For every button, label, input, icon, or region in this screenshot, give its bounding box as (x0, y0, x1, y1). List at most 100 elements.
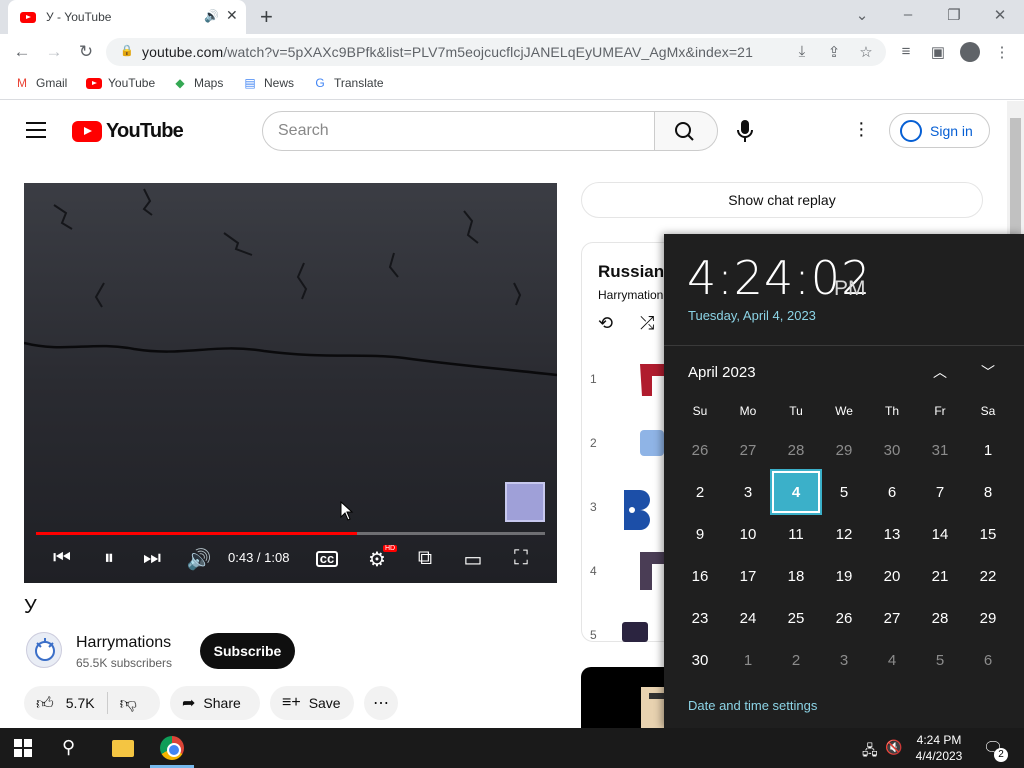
calendar-day[interactable]: 16 (676, 555, 724, 597)
taskbar-clock[interactable]: 4:24 PM 4/4/2023 (914, 732, 964, 764)
clock-date-link[interactable]: Tuesday, April 4, 2023 (688, 308, 816, 323)
tab-close-icon[interactable]: ✕ (226, 7, 238, 24)
calendar-day[interactable]: 9 (676, 513, 724, 555)
youtube-logo[interactable]: YouTube (72, 120, 184, 143)
calendar-day[interactable]: 20 (868, 555, 916, 597)
like-count[interactable]: 5.7K (66, 695, 95, 711)
media-control-icon[interactable]: ≡ (896, 43, 916, 60)
sign-in-button[interactable]: Sign in (889, 113, 990, 148)
more-actions-icon[interactable]: ⋯ (364, 686, 398, 720)
tab-search-icon[interactable]: ⌄ (852, 6, 872, 24)
calendar-day[interactable]: 23 (676, 597, 724, 639)
calendar-day[interactable]: 30 (676, 639, 724, 681)
profile-avatar-icon[interactable] (960, 42, 980, 62)
network-icon[interactable]: 🖧 (862, 740, 878, 764)
playlist-thumbnail[interactable] (620, 420, 664, 464)
channel-watermark[interactable] (505, 482, 545, 522)
bookmark-translate[interactable]: G Translate (312, 76, 383, 90)
share-button[interactable]: ➦ Share (170, 686, 260, 720)
bookmark-news[interactable]: ▤ News (242, 76, 294, 90)
calendar-day[interactable]: 18 (772, 555, 820, 597)
calendar-day[interactable]: 27 (868, 597, 916, 639)
taskbar-search-icon[interactable]: ⚲ (62, 737, 75, 758)
calendar-day[interactable]: 3 (724, 471, 772, 513)
voice-search-icon[interactable] (734, 118, 756, 149)
calendar-day[interactable]: 24 (724, 597, 772, 639)
calendar-day[interactable]: 4 (868, 639, 916, 681)
calendar-day[interactable]: 31 (916, 429, 964, 471)
bookmark-gmail[interactable]: M Gmail (14, 76, 67, 90)
theater-mode-icon[interactable]: ▭ (460, 547, 486, 572)
calendar-day[interactable]: 13 (868, 513, 916, 555)
url-text[interactable]: youtube.com/watch?v=5pXAXc9BPfk&list=PLV… (142, 44, 753, 60)
close-window-button[interactable]: ✕ (990, 6, 1010, 24)
playlist-thumbnail[interactable] (620, 356, 664, 400)
calendar-day[interactable]: 7 (916, 471, 964, 513)
pause-icon[interactable]: ⏸ (96, 547, 122, 570)
file-explorer-icon[interactable] (112, 740, 134, 757)
back-button[interactable]: ← (12, 42, 32, 62)
calendar-day[interactable]: 19 (820, 555, 868, 597)
new-tab-button[interactable]: + (260, 4, 273, 30)
search-input[interactable]: Search (262, 111, 656, 151)
channel-avatar[interactable] (26, 632, 62, 668)
calendar-day[interactable]: 30 (868, 429, 916, 471)
playlist-thumbnail[interactable] (620, 612, 664, 656)
calendar-day[interactable]: 22 (964, 555, 1012, 597)
calendar-day[interactable]: 5 (916, 639, 964, 681)
menu-icon[interactable] (26, 122, 46, 138)
calendar-day[interactable]: 1 (964, 429, 1012, 471)
install-app-icon[interactable]: ⤓ (792, 43, 812, 60)
tab-audio-icon[interactable]: 🔊 (204, 9, 219, 23)
like-icon[interactable]: 👍︎ (36, 693, 54, 714)
calendar-month-label[interactable]: April 2023 (688, 364, 756, 381)
calendar-day[interactable]: 10 (724, 513, 772, 555)
calendar-day[interactable]: 26 (820, 597, 868, 639)
channel-name[interactable]: Harrymations (76, 634, 171, 652)
calendar-day[interactable]: 1 (724, 639, 772, 681)
save-button[interactable]: ≡+ Save (270, 686, 354, 720)
lock-icon[interactable]: 🔒 (120, 44, 134, 57)
scrollbar-thumb[interactable] (1010, 118, 1021, 238)
calendar-day[interactable]: 3 (820, 639, 868, 681)
shuffle-icon[interactable]: ⤮ (640, 313, 654, 334)
volume-muted-icon[interactable]: 🔇 (885, 739, 902, 756)
recommended-video-thumbnail[interactable] (581, 667, 671, 729)
calendar-day[interactable]: 25 (772, 597, 820, 639)
side-panel-icon[interactable]: ▣ (928, 43, 948, 61)
video-player[interactable] (24, 183, 557, 583)
volume-icon[interactable]: 🔊 (186, 547, 212, 572)
settings-menu-icon[interactable]: · · · (858, 113, 865, 145)
calendar-day[interactable]: 29 (820, 429, 868, 471)
calendar-day[interactable]: 29 (964, 597, 1012, 639)
calendar-day[interactable]: 5 (820, 471, 868, 513)
calendar-day[interactable]: 28 (916, 597, 964, 639)
calendar-day[interactable]: 28 (772, 429, 820, 471)
share-page-icon[interactable]: ⇪ (824, 43, 844, 61)
calendar-day-today[interactable]: 4 (772, 471, 820, 513)
dislike-icon[interactable]: 👎︎ (120, 693, 137, 714)
calendar-day[interactable]: 2 (676, 471, 724, 513)
calendar-day[interactable]: 6 (964, 639, 1012, 681)
reload-button[interactable]: ↻ (76, 42, 96, 62)
previous-icon[interactable]: ⏮ (49, 547, 75, 570)
calendar-day[interactable]: 8 (964, 471, 1012, 513)
bookmark-maps[interactable]: ◆ Maps (172, 76, 223, 90)
minimize-button[interactable]: – (898, 6, 918, 23)
loop-icon[interactable]: ⟲ (598, 313, 613, 334)
calendar-day[interactable]: 12 (820, 513, 868, 555)
next-icon[interactable]: ⏭ (139, 547, 165, 570)
calendar-day[interactable]: 15 (964, 513, 1012, 555)
show-chat-replay-button[interactable]: Show chat replay (581, 182, 983, 218)
date-time-settings-link[interactable]: Date and time settings (688, 698, 817, 713)
calendar-day[interactable]: 17 (724, 555, 772, 597)
captions-icon[interactable]: cc (316, 551, 338, 567)
playlist-thumbnail[interactable] (620, 486, 664, 530)
calendar-day[interactable]: 21 (916, 555, 964, 597)
windows-start-icon[interactable] (14, 739, 32, 757)
playlist-title[interactable]: Russian (598, 262, 664, 282)
calendar-day[interactable]: 14 (916, 513, 964, 555)
subscribe-button[interactable]: Subscribe (200, 633, 295, 669)
restore-button[interactable]: ❐ (944, 6, 964, 24)
bookmark-star-icon[interactable]: ☆ (856, 43, 876, 61)
